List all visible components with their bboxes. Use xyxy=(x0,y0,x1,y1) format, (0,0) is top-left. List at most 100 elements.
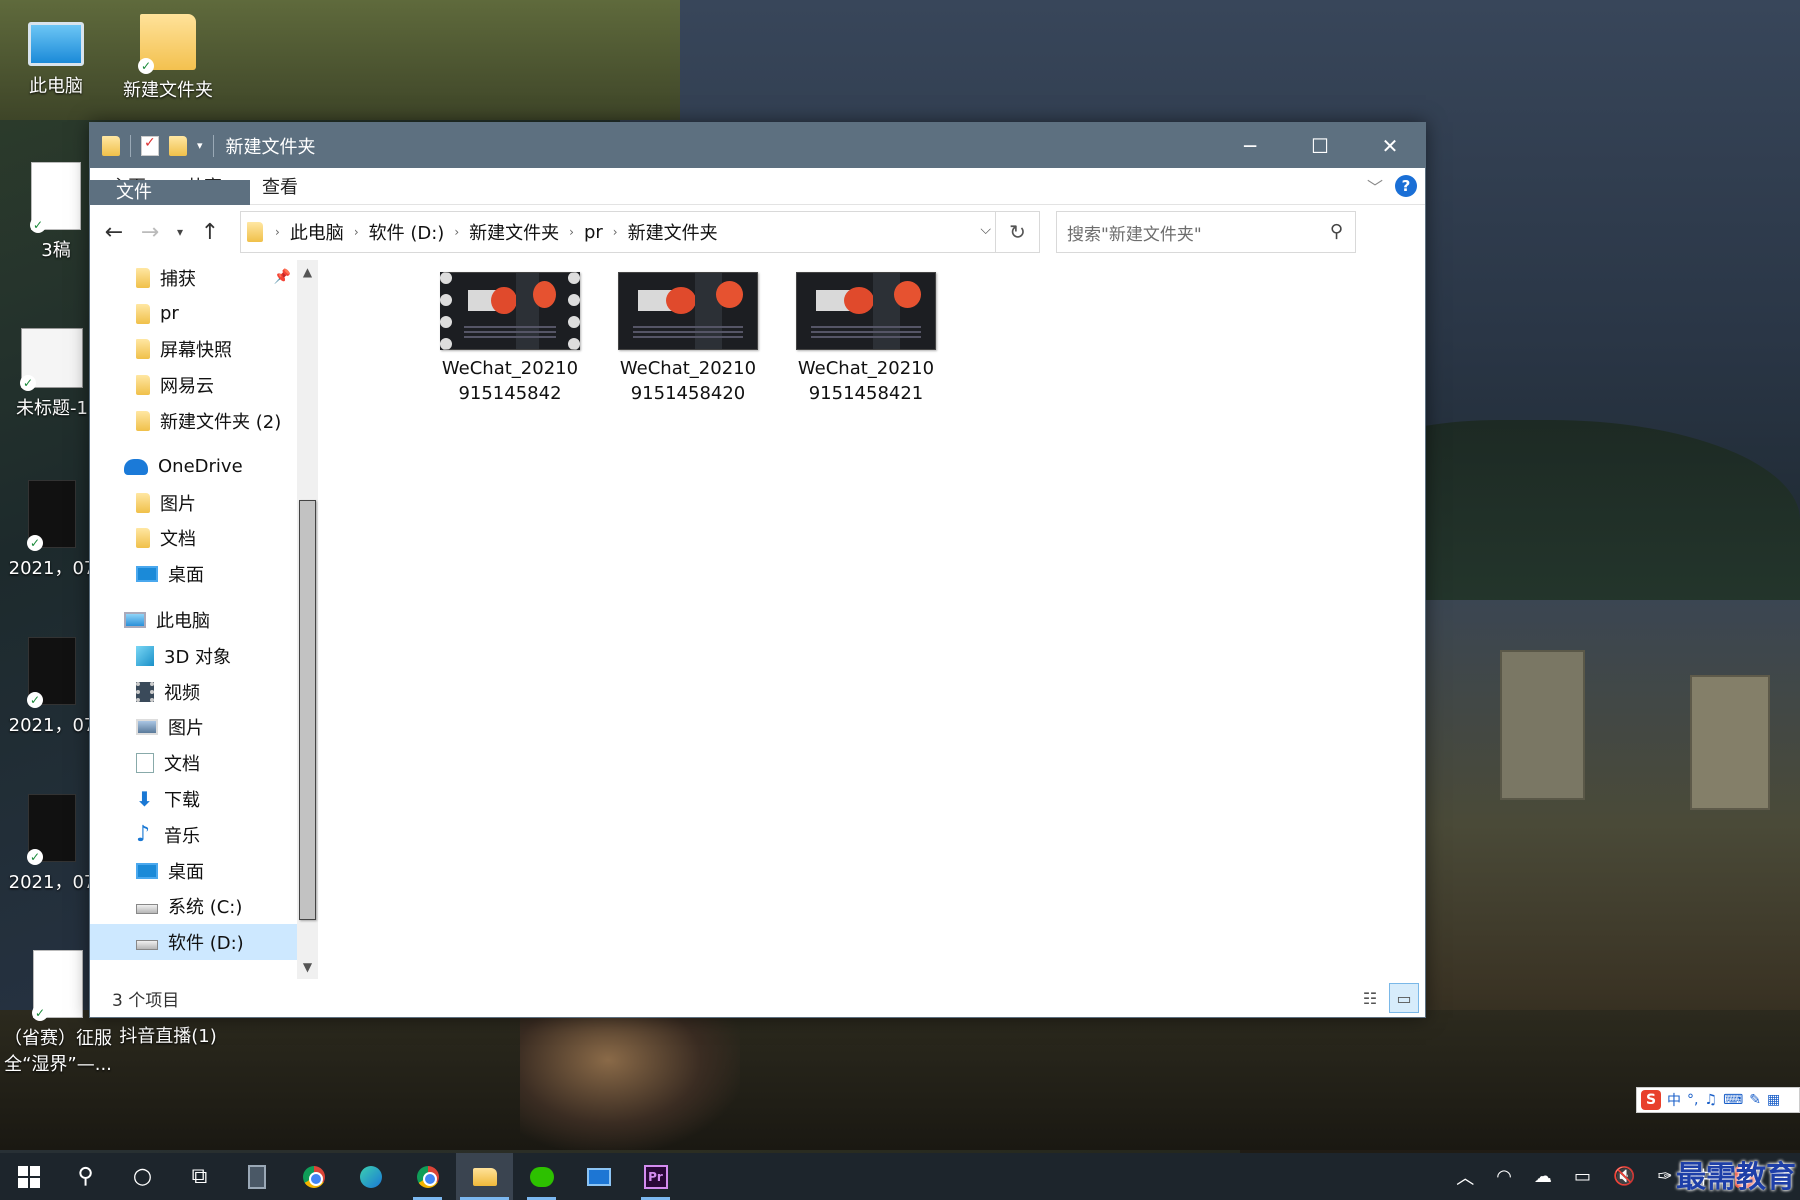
nav-item-pictures[interactable]: 图片 xyxy=(90,710,297,746)
start-button[interactable] xyxy=(0,1153,57,1200)
nav-item-quick[interactable]: 新建文件夹 (2) xyxy=(90,403,297,439)
forward-button[interactable]: → xyxy=(134,216,166,248)
breadcrumb-this-pc[interactable]: 此电脑 xyxy=(284,219,350,245)
nav-item-videos[interactable]: 视频 xyxy=(90,674,297,710)
punctuation-icon[interactable]: °, xyxy=(1687,1092,1698,1108)
desktop-icon-this-pc[interactable]: 此电脑 xyxy=(6,14,106,98)
minimize-button[interactable]: ─ xyxy=(1215,123,1285,168)
chevron-right-icon[interactable]: › xyxy=(271,225,284,239)
nav-item-label: 桌面 xyxy=(168,565,204,587)
breadcrumb-pr[interactable]: pr xyxy=(578,222,609,243)
address-bar[interactable]: › 此电脑 › 软件 (D:) › 新建文件夹 › pr › 新建文件夹 ⌵ ↻ xyxy=(240,211,1040,253)
help-icon[interactable]: ? xyxy=(1395,175,1417,197)
thumbnail-detail xyxy=(665,286,697,315)
video-file[interactable]: WeChat_20210 915145842 xyxy=(430,272,590,406)
search-button[interactable]: ⚲ xyxy=(57,1153,114,1200)
scroll-up-icon[interactable]: ▲ xyxy=(297,260,318,284)
desktop-icon-label: 此电脑 xyxy=(29,76,83,97)
nav-item-this-pc[interactable]: 此电脑 xyxy=(90,602,297,638)
breadcrumb-drive-d[interactable]: 软件 (D:) xyxy=(363,219,451,245)
scroll-down-icon[interactable]: ▼ xyxy=(297,955,318,979)
large-icons-view-icon[interactable]: ▭ xyxy=(1389,983,1419,1013)
nav-item-3d-objects[interactable]: 3D 对象 xyxy=(90,638,297,674)
nav-item-quick[interactable]: pr xyxy=(90,296,297,332)
cortana-button[interactable]: ○ xyxy=(114,1153,171,1200)
show-hidden-icons-icon[interactable]: ︿ xyxy=(1456,1164,1474,1190)
desktop-icon-poster[interactable]: ✓ 未标题-1 xyxy=(2,328,102,420)
refresh-icon[interactable]: ↻ xyxy=(995,212,1039,252)
up-button[interactable]: ↑ xyxy=(194,216,226,248)
desktop-icon-label: 抖音直播(1) xyxy=(119,1026,217,1047)
nav-item-quick[interactable]: 网易云 xyxy=(90,367,297,403)
keyboard-icon[interactable]: ⌨ xyxy=(1723,1092,1743,1108)
chevron-down-icon[interactable]: ⌵ xyxy=(980,222,991,238)
skin-icon[interactable]: ✎ xyxy=(1749,1092,1761,1108)
breadcrumb-new-folder[interactable]: 新建文件夹 xyxy=(463,219,565,245)
maximize-button[interactable]: ☐ xyxy=(1285,123,1355,168)
taskbar-mail[interactable] xyxy=(570,1153,627,1200)
drive-icon xyxy=(136,940,158,951)
taskbar-edge[interactable] xyxy=(342,1153,399,1200)
scroll-thumb[interactable] xyxy=(299,500,316,920)
desktop-icon-image[interactable]: ✓ 2021，07 xyxy=(2,637,102,737)
nav-item-music[interactable]: ♪ 音乐 xyxy=(90,817,297,853)
taskbar-chrome[interactable] xyxy=(285,1153,342,1200)
expand-ribbon-icon[interactable]: ﹀ xyxy=(1367,174,1383,198)
taskbar-calculator[interactable] xyxy=(228,1153,285,1200)
onedrive-cloud-icon[interactable]: ☁ xyxy=(1534,1166,1552,1187)
details-view-icon[interactable]: ☷ xyxy=(1355,983,1385,1013)
nav-item-drive-d[interactable]: 软件 (D:) xyxy=(90,924,297,961)
tab-view[interactable]: 查看 xyxy=(242,168,318,204)
toolbox-icon[interactable]: ▦ xyxy=(1767,1092,1780,1108)
nav-item-quick[interactable]: 屏幕快照 xyxy=(90,332,297,368)
battery-icon[interactable]: ▭ xyxy=(1574,1166,1591,1187)
file-name: WeChat_20210 xyxy=(797,358,935,379)
video-file[interactable]: WeChat_20210 9151458420 xyxy=(608,272,768,406)
search-box[interactable]: 搜索"新建文件夹" ⚲ xyxy=(1056,211,1356,253)
title-bar[interactable]: ▾ 新建文件夹 ─ ☐ ✕ xyxy=(90,123,1425,168)
breadcrumb-current[interactable]: 新建文件夹 xyxy=(622,219,724,245)
back-button[interactable]: ← xyxy=(98,216,130,248)
nav-item-onedrive-child[interactable]: 文档 xyxy=(90,521,297,557)
video-file[interactable]: WeChat_20210 9151458421 xyxy=(786,272,946,406)
taskbar-wechat[interactable] xyxy=(513,1153,570,1200)
pin-icon[interactable]: 📌 xyxy=(274,269,291,285)
recent-locations-button[interactable]: ▾ xyxy=(170,216,190,248)
chevron-right-icon[interactable]: › xyxy=(450,225,463,239)
wifi-icon[interactable]: ◠ xyxy=(1496,1166,1512,1187)
new-folder-icon[interactable] xyxy=(169,135,187,156)
nav-item-label: 音乐 xyxy=(164,825,200,847)
chevron-down-icon[interactable]: ▾ xyxy=(197,139,203,152)
chevron-right-icon[interactable]: › xyxy=(350,225,363,239)
nav-item-onedrive-child[interactable]: 图片 xyxy=(90,485,297,521)
nav-item-drive-c[interactable]: 系统 (C:) xyxy=(90,889,297,925)
file-name: 9151458421 xyxy=(808,383,924,404)
desktop-icon-new-folder[interactable]: ✓ 新建文件夹 xyxy=(118,14,218,102)
taskbar-premiere[interactable]: Pr xyxy=(627,1153,684,1200)
desktop-icon-live[interactable]: 抖音直播(1) xyxy=(118,1022,218,1048)
headset-icon[interactable]: ♫ xyxy=(1704,1092,1717,1108)
nav-item-documents[interactable]: 文档 xyxy=(90,745,297,781)
tab-file[interactable]: 文件 xyxy=(90,180,250,205)
chevron-right-icon[interactable]: › xyxy=(565,225,578,239)
nav-item-onedrive[interactable]: OneDrive xyxy=(90,449,297,485)
document-icon: ✓ xyxy=(30,162,81,233)
volume-muted-icon[interactable]: 🔇 xyxy=(1613,1166,1635,1187)
nav-item-desktop[interactable]: 桌面 xyxy=(90,853,297,889)
taskbar-chrome-running[interactable] xyxy=(399,1153,456,1200)
nav-item-quick[interactable]: 捕获 📌 xyxy=(90,260,297,296)
pen-icon[interactable]: ✑ xyxy=(1657,1166,1672,1187)
nav-item-downloads[interactable]: ⬇ 下载 xyxy=(90,781,297,817)
chevron-right-icon[interactable]: › xyxy=(609,225,622,239)
search-input[interactable]: 搜索"新建文件夹" xyxy=(1067,220,1202,245)
task-view-button[interactable]: ⧉ xyxy=(171,1153,228,1200)
nav-item-onedrive-child[interactable]: 桌面 xyxy=(90,556,297,592)
close-button[interactable]: ✕ xyxy=(1355,123,1425,168)
nav-scrollbar[interactable]: ▲ ▼ xyxy=(297,260,318,979)
ime-toolbar[interactable]: S 中 °, ♫ ⌨ ✎ ▦ xyxy=(1636,1087,1800,1113)
desktop-icon-image[interactable]: ✓ 2021，07 xyxy=(2,480,102,580)
ime-mode[interactable]: 中 xyxy=(1667,1090,1681,1110)
taskbar-file-explorer[interactable] xyxy=(456,1153,513,1200)
properties-icon[interactable] xyxy=(141,135,159,156)
desktop-icon-image[interactable]: ✓ 2021，07 xyxy=(2,794,102,894)
